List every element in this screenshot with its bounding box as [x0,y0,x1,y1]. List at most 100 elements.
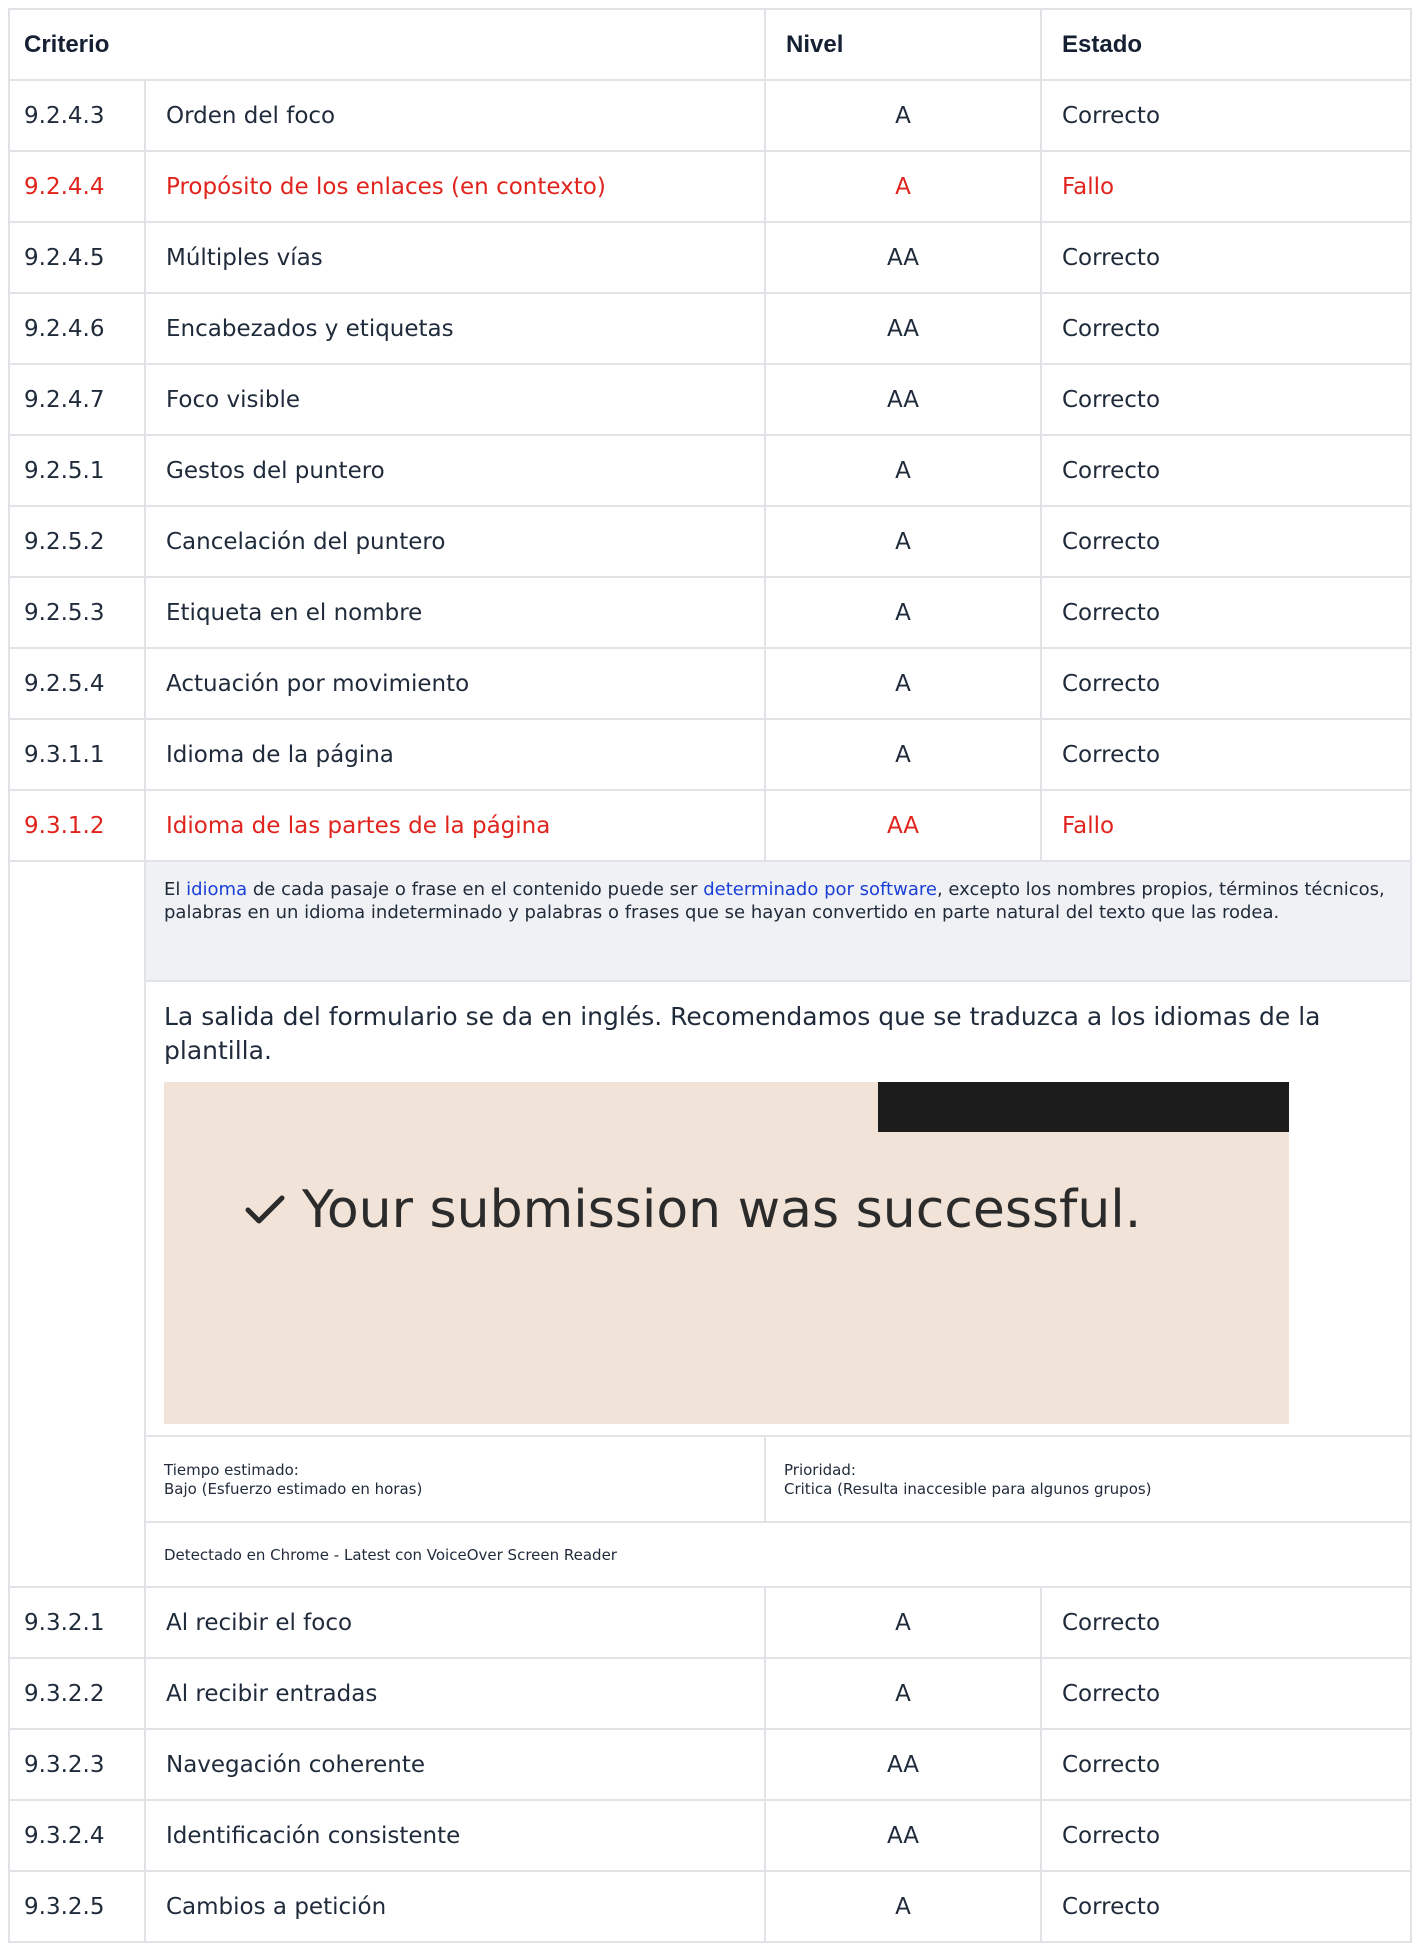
criterion-id: 9.2.5.2 [10,507,146,576]
table-row: 9.2.5.2 Cancelación del puntero A Correcto [10,507,1410,578]
criterion-name: Cambios a petición [146,1872,766,1941]
criterion-state: Correcto [1062,1680,1161,1707]
criterion-name: Cancelación del puntero [146,507,766,576]
criterion-state: Correcto [1062,741,1161,768]
criterion-id: 9.3.1.1 [10,720,146,789]
criterion-state: Correcto [1062,102,1161,129]
table-row: 9.3.1.1 Idioma de la página A Correcto [10,720,1410,791]
priority: Prioridad: Critica (Resulta inaccesible … [766,1437,1410,1521]
detail-spacer [10,862,146,1586]
criterion-name: Etiqueta en el nombre [146,578,766,647]
criterion-id: 9.3.2.5 [10,1872,146,1941]
evidence-screenshot-wrap: Your submission was successful. [146,1082,1410,1437]
criterion-state: Correcto [1062,528,1161,555]
criterion-level: A [766,1872,1042,1941]
detected-in: Detectado en Chrome - Latest con VoiceOv… [164,1545,617,1564]
criterion-level: A [766,1588,1042,1657]
criterion-id: 9.2.4.4 [10,152,146,221]
screenshot-dark-bar [878,1082,1289,1132]
criterion-level: AA [766,1730,1042,1799]
table-row: 9.3.1.2 Idioma de las partes de la página… [10,791,1410,862]
criterion-level: A [766,1659,1042,1728]
criterion-id: 9.2.5.4 [10,649,146,718]
table-row: 9.2.4.5 Múltiples vías AA Correcto [10,223,1410,294]
table-row: 9.2.4.3 Orden del foco A Correcto [10,81,1410,152]
criterion-state: Correcto [1062,1609,1161,1636]
header-criterio: Criterio [10,10,766,79]
table-row: 9.3.2.1 Al recibir el foco A Correcto [10,1588,1410,1659]
criterion-name: Gestos del puntero [146,436,766,505]
criterion-state: Correcto [1062,1751,1161,1778]
table-row: 9.2.5.4 Actuación por movimiento A Correcto [10,649,1410,720]
criterion-id: 9.3.2.1 [10,1588,146,1657]
table-row: 9.3.2.2 Al recibir entradas A Correcto [10,1659,1410,1730]
detail-content: El idioma de cada pasaje o frase en el c… [146,862,1410,1586]
criterion-name: Idioma de las partes de la página [146,791,766,860]
priority-label: Prioridad: [784,1461,856,1479]
criterion-name: Al recibir el foco [146,1588,766,1657]
evidence-screenshot: Your submission was successful. [164,1082,1289,1424]
criterion-name: Navegación coherente [146,1730,766,1799]
criterion-level: AA [766,1801,1042,1870]
time-value: Bajo (Esfuerzo estimado en horas) [164,1480,423,1498]
criterion-id: 9.2.4.7 [10,365,146,434]
finding-text: La salida del formulario se da en inglés… [164,1002,1321,1065]
criterion-id: 9.3.1.2 [10,791,146,860]
table-row: 9.2.5.1 Gestos del puntero A Correcto [10,436,1410,507]
criterion-level: AA [766,365,1042,434]
criterion-name: Foco visible [146,365,766,434]
criterion-state: Correcto [1062,315,1161,342]
table-row: 9.3.2.5 Cambios a petición A Correcto [10,1872,1410,1943]
criterion-level: A [766,507,1042,576]
criterion-level: A [766,578,1042,647]
desc-prefix: El [164,879,187,900]
criterion-name: Idioma de la página [146,720,766,789]
priority-value: Critica (Resulta inaccesible para alguno… [784,1480,1152,1498]
criterion-description: El idioma de cada pasaje o frase en el c… [146,862,1410,982]
criterion-id: 9.3.2.2 [10,1659,146,1728]
table-row: 9.2.4.6 Encabezados y etiquetas AA Correcto [10,294,1410,365]
determinado-por-software-link[interactable]: determinado por software [703,879,937,900]
criterion-id: 9.2.5.3 [10,578,146,647]
criterion-name: Propósito de los enlaces (en contexto) [146,152,766,221]
table-row: 9.2.4.7 Foco visible AA Correcto [10,365,1410,436]
criterion-name: Encabezados y etiquetas [146,294,766,363]
rows-top: 9.2.4.3 Orden del foco A Correcto 9.2.4.4 Pro… [10,81,1410,862]
criterion-id: 9.2.4.5 [10,223,146,292]
criterion-state: Correcto [1062,244,1161,271]
header-nivel: Nivel [766,10,1042,79]
criterion-state: Correcto [1062,670,1161,697]
criterion-state: Fallo [1062,173,1115,200]
criterion-level: AA [766,223,1042,292]
criterion-name: Al recibir entradas [146,1659,766,1728]
table-row: 9.3.2.3 Navegación coherente AA Correcto [10,1730,1410,1801]
criterion-level: AA [766,791,1042,860]
table-row: 9.3.2.4 Identificación consistente AA Corre… [10,1801,1410,1872]
criterion-detail-9.3.1.2: El idioma de cada pasaje o frase en el c… [10,862,1410,1588]
criterion-state: Correcto [1062,386,1161,413]
screenshot-success-message: Your submission was successful. [244,1180,1141,1240]
time-label: Tiempo estimado: [164,1461,299,1479]
desc-mid: de cada pasaje o frase en el contenido p… [247,879,704,900]
criterion-name: Actuación por movimiento [146,649,766,718]
criterion-state: Fallo [1062,812,1115,839]
criterion-name: Múltiples vías [146,223,766,292]
screenshot-message-text: Your submission was successful. [302,1180,1142,1240]
criterion-id: 9.2.5.1 [10,436,146,505]
idioma-link[interactable]: idioma [186,879,247,900]
criterion-id: 9.3.2.4 [10,1801,146,1870]
criterion-level: A [766,649,1042,718]
criterion-level: A [766,720,1042,789]
criterion-level: A [766,436,1042,505]
criterion-level: AA [766,294,1042,363]
checkmark-icon [245,1195,285,1224]
criterion-id: 9.2.4.6 [10,294,146,363]
rows-bottom: 9.3.2.1 Al recibir el foco A Correcto 9.3.2.… [10,1588,1410,1943]
criterion-level: A [766,152,1042,221]
meta-row: Tiempo estimado: Bajo (Esfuerzo estimado… [146,1437,1410,1523]
criterion-level: A [766,81,1042,150]
criterion-state: Correcto [1062,599,1161,626]
accessibility-criteria-table: Criterio Nivel Estado 9.2.4.3 Orden del f… [8,8,1412,1943]
estimated-time: Tiempo estimado: Bajo (Esfuerzo estimado… [146,1437,766,1521]
criterion-id: 9.3.2.3 [10,1730,146,1799]
